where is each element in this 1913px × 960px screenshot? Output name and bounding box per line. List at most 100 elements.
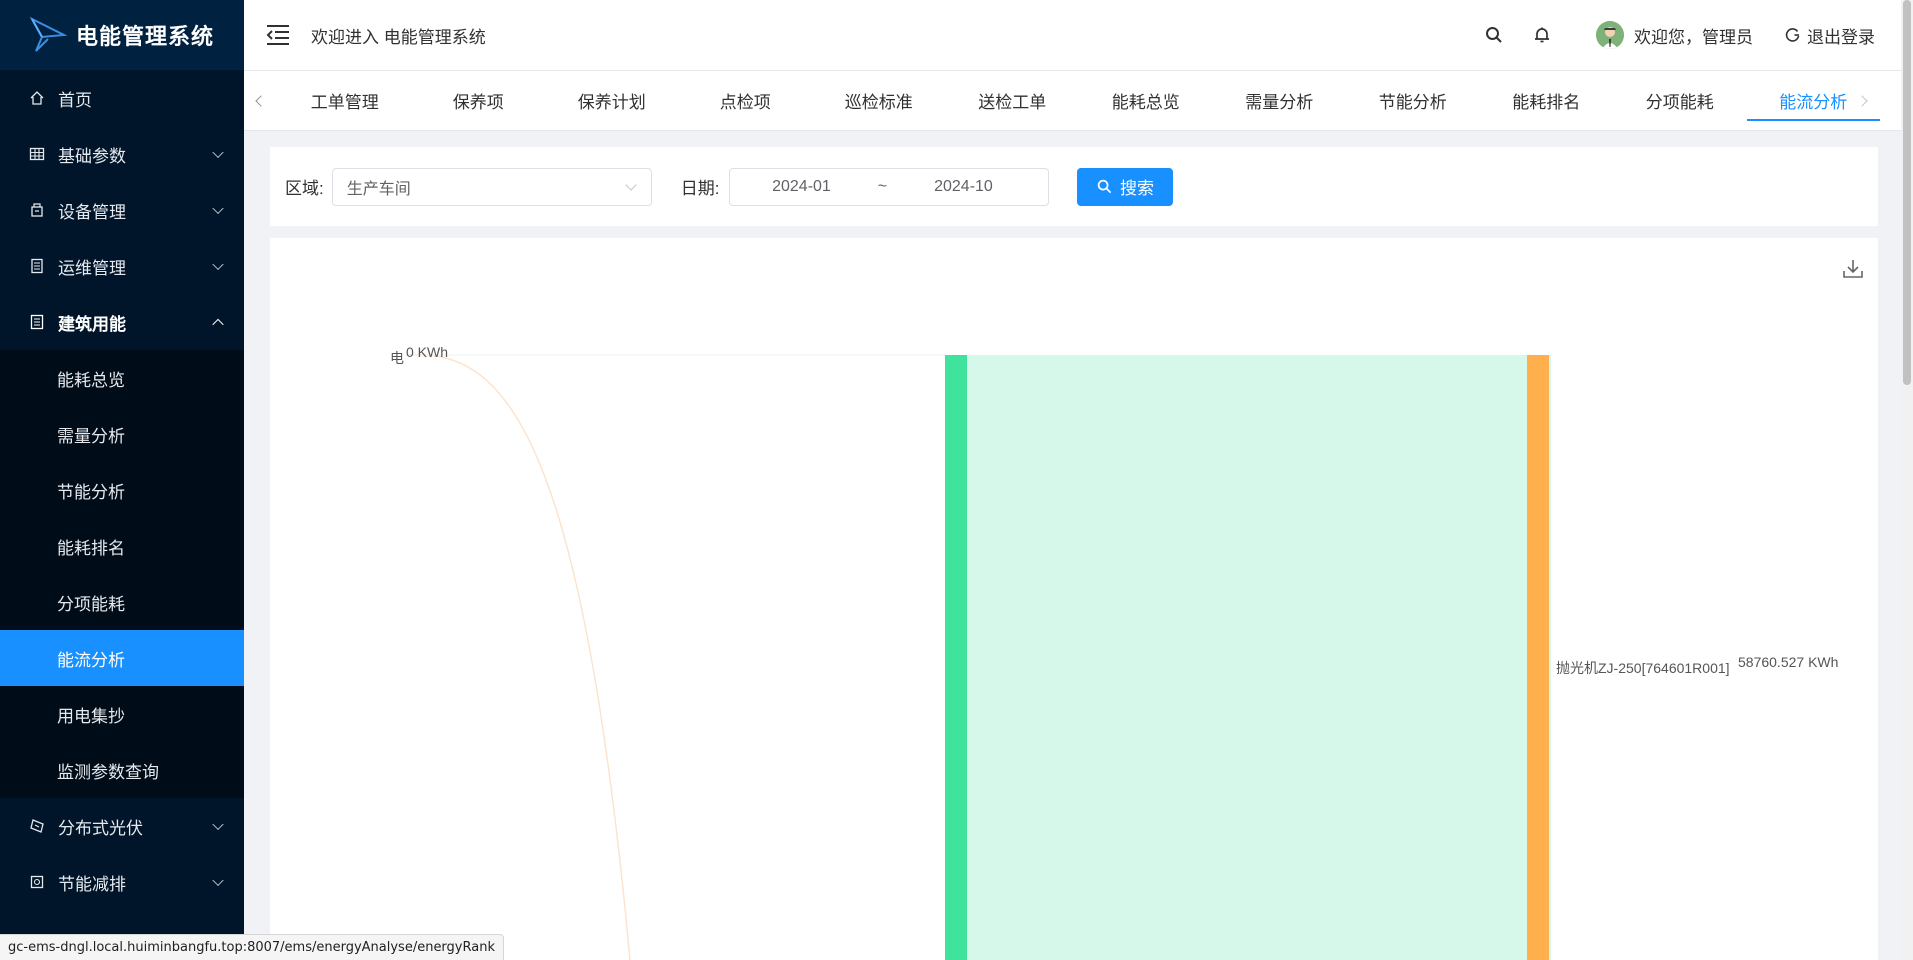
sidebar-item-device[interactable]: 设备管理	[0, 182, 244, 238]
sidebar-item-label: 分布式光伏	[58, 818, 143, 838]
chevron-down-icon	[212, 202, 224, 215]
sidebar-subitem-label: 监测参数查询	[57, 762, 159, 782]
sankey-flow-thin	[405, 353, 631, 960]
tab-11[interactable]: 分项能耗	[1613, 71, 1747, 130]
page-tabs: 工单管理 保养项 保养计划 点检项 巡检标准 送检工单 能耗总览 需量分析 节能分析 能耗排名 分项…	[244, 71, 1913, 131]
sidebar-item-ops[interactable]: 运维管理	[0, 238, 244, 294]
tab-6[interactable]: 送检工单	[946, 71, 1080, 130]
sidebar-subitem-label: 能流分析	[57, 650, 125, 670]
search-icon	[1097, 179, 1112, 194]
scrollbar-thumb[interactable]	[1903, 0, 1911, 385]
sidebar-item-label: 建筑用能	[58, 314, 126, 334]
sankey-value-label-source: 0 KWh	[406, 344, 448, 360]
date-start-input[interactable]: 2024-01	[730, 178, 872, 196]
tab-list: 工单管理 保养项 保养计划 点检项 巡检标准 送检工单 能耗总览 需量分析 节能分析 能耗排名 分项…	[278, 71, 1880, 130]
chevron-down-icon	[212, 258, 224, 271]
device-icon	[28, 201, 46, 219]
sidebar-subitem-label: 能耗总览	[57, 370, 125, 390]
tab-10[interactable]: 能耗排名	[1480, 71, 1614, 130]
sankey-node-label-target: 抛光机ZJ-250[764601R001]	[1556, 660, 1730, 676]
sankey-node-middle	[945, 355, 967, 960]
sidebar-item-home[interactable]: 首页	[0, 70, 244, 126]
leaf-icon	[28, 873, 46, 891]
sankey-node-label-source: 电	[390, 350, 404, 366]
sidebar-subitem-demand-analysis[interactable]: 需量分析	[0, 406, 244, 462]
chevron-down-icon	[212, 874, 224, 887]
logout-icon	[1785, 28, 1800, 42]
sidebar-subitem-energy-overview[interactable]: 能耗总览	[0, 350, 244, 406]
chevron-down-icon	[212, 818, 224, 831]
logout-label: 退出登录	[1807, 27, 1875, 47]
logout-button[interactable]: 退出登录	[1785, 23, 1875, 48]
sidebar-subitem-itemized-energy[interactable]: 分项能耗	[0, 574, 244, 630]
solar-icon	[28, 817, 46, 835]
area-select-value: 生产车间	[346, 180, 411, 198]
sankey-value-label-target: 58760.527 KWh	[1738, 654, 1838, 670]
chevron-right-icon	[1856, 94, 1868, 107]
sidebar-subitem-label: 用电集抄	[57, 706, 125, 726]
sidebar-item-building-energy[interactable]: 建筑用能	[0, 294, 244, 350]
search-icon[interactable]	[1484, 25, 1504, 45]
menu-fold-icon[interactable]	[266, 24, 290, 46]
sidebar-item-label: 基础参数	[58, 146, 126, 166]
area-label: 区域:	[285, 179, 324, 198]
building-icon	[28, 313, 46, 331]
list-icon	[28, 257, 46, 275]
avatar[interactable]	[1596, 21, 1624, 49]
welcome-text: 欢迎进入 电能管理系统	[311, 27, 486, 47]
sidebar-item-saving[interactable]: 节能减排	[0, 854, 244, 910]
status-bar-url: gc-ems-dngl.local.huiminbangfu.top:8007/…	[0, 934, 504, 960]
sankey-node-target	[1527, 355, 1549, 960]
sidebar-item-solar[interactable]: 分布式光伏	[0, 798, 244, 854]
tab-5[interactable]: 巡检标准	[812, 71, 946, 130]
tab-2[interactable]: 保养项	[412, 71, 546, 130]
tab-3[interactable]: 保养计划	[545, 71, 679, 130]
energy-flow-chart: 电 0 KWh 抛光机ZJ-250[764601R001] 58760.527 …	[270, 238, 1878, 960]
tab-1[interactable]: 工单管理	[278, 71, 412, 130]
app-title: 电能管理系统	[76, 24, 215, 49]
area-select[interactable]: 生产车间	[331, 167, 652, 206]
submenu-building-energy: 能耗总览 需量分析 节能分析 能耗排名 分项能耗 能流分析 用电集抄 监测参数查…	[0, 350, 244, 798]
chevron-left-icon	[255, 94, 267, 107]
sankey-flow-band	[967, 355, 1551, 960]
search-button-label: 搜索	[1119, 179, 1154, 198]
filter-bar: 区域: 生产车间 日期: 2024-01 ~ 2024-10 搜索	[270, 147, 1878, 226]
date-range-separator: ~	[877, 177, 888, 195]
page-scrollbar[interactable]	[1901, 0, 1913, 960]
user-greeting[interactable]: 欢迎您，管理员	[1634, 23, 1753, 48]
sidebar-item-label: 运维管理	[58, 258, 126, 278]
sidebar-subitem-energy-ranking[interactable]: 能耗排名	[0, 518, 244, 574]
tab-7[interactable]: 能耗总览	[1079, 71, 1213, 130]
chevron-down-icon	[212, 146, 224, 159]
chevron-down-icon	[625, 178, 637, 191]
tab-9[interactable]: 节能分析	[1346, 71, 1480, 130]
sidebar: 电能管理系统 首页 基础参数 设备管理 运维管理 建筑用能 能耗总览 需量分析 …	[0, 0, 244, 960]
search-button[interactable]: 搜索	[1077, 167, 1174, 206]
sidebar-subitem-label: 分项能耗	[57, 594, 125, 614]
tabs-scroll-left-button[interactable]	[244, 71, 278, 130]
tab-4[interactable]: 点检项	[679, 71, 813, 130]
home-icon	[28, 89, 46, 107]
tab-8[interactable]: 需量分析	[1213, 71, 1347, 130]
app-logo[interactable]: 电能管理系统	[0, 0, 244, 70]
sidebar-item-label: 节能减排	[58, 874, 126, 894]
sidebar-item-label: 设备管理	[58, 202, 126, 222]
sidebar-item-label: 首页	[58, 90, 92, 110]
header-actions: 欢迎您，管理员 退出登录	[1456, 0, 1875, 70]
sidebar-subitem-saving-analysis[interactable]: 节能分析	[0, 462, 244, 518]
sidebar-item-basic-params[interactable]: 基础参数	[0, 126, 244, 182]
sankey-chart: 电 0 KWh 抛光机ZJ-250[764601R001] 58760.527 …	[390, 344, 1838, 960]
sidebar-subitem-monitor-query[interactable]: 监测参数查询	[0, 742, 244, 798]
date-range-picker[interactable]: 2024-01 ~ 2024-10	[729, 167, 1050, 206]
top-header: 欢迎进入 电能管理系统 欢迎您，管理员 退出登录	[244, 0, 1913, 71]
bell-icon[interactable]	[1532, 25, 1552, 45]
sidebar-subitem-label: 节能分析	[57, 482, 125, 502]
date-label: 日期:	[680, 179, 720, 198]
grid-icon	[28, 145, 46, 163]
logo-bird-icon	[29, 16, 68, 52]
date-end-input[interactable]: 2024-10	[892, 178, 1034, 196]
sidebar-subitem-label: 需量分析	[57, 426, 125, 446]
sidebar-subitem-energy-flow[interactable]: 能流分析	[0, 630, 244, 686]
sidebar-subitem-meter-reading[interactable]: 用电集抄	[0, 686, 244, 742]
tabs-scroll-right-button[interactable]	[1845, 71, 1879, 130]
